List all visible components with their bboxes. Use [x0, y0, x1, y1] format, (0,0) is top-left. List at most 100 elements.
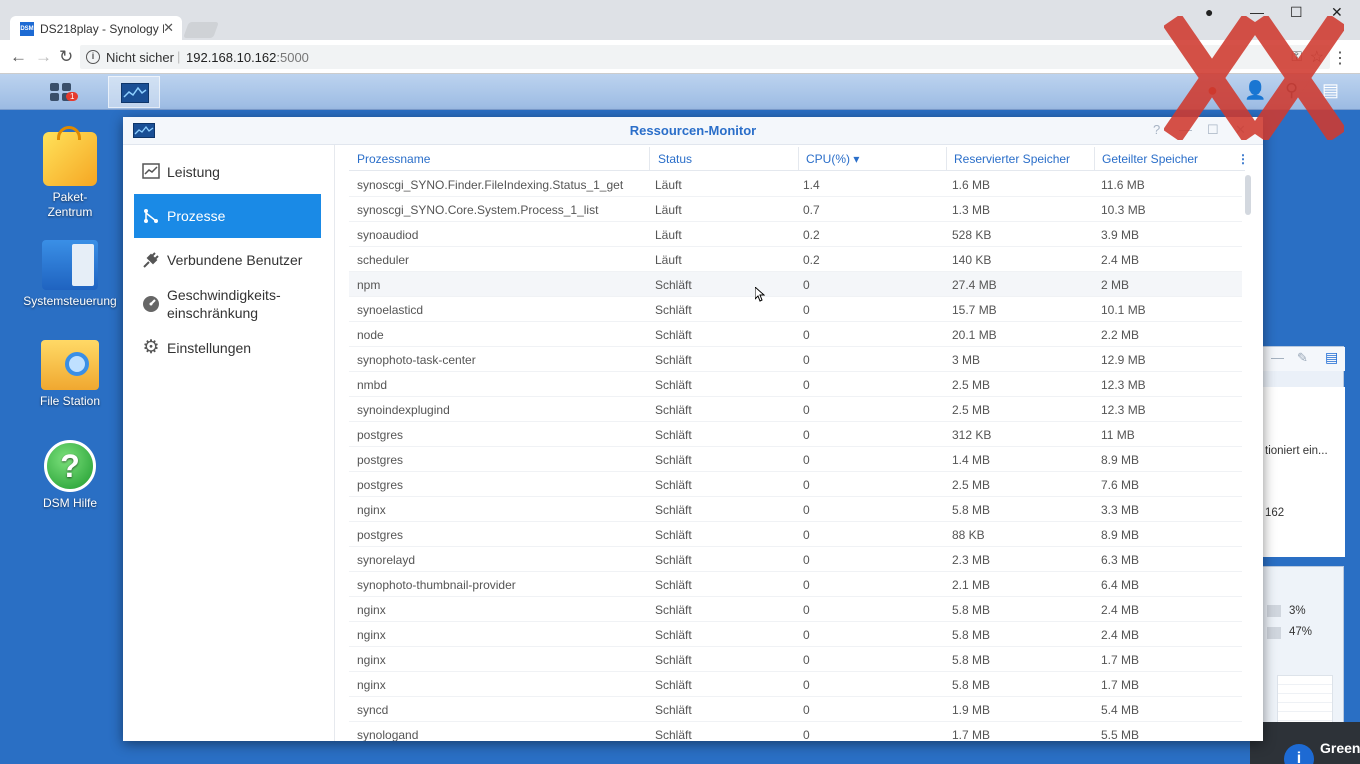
table-row[interactable]: synophoto-task-center Schläft 0 3 MB 12.9 MB	[349, 347, 1242, 372]
plug-icon	[142, 251, 160, 269]
cell-cpu: 0	[803, 703, 810, 717]
column-header-process-name[interactable]: Prozessname	[357, 152, 430, 166]
desktop-icon-dsm-help[interactable]: ? DSM Hilfe	[14, 440, 126, 511]
cell-process-name: synoscgi_SYNO.Finder.FileIndexing.Status…	[357, 178, 624, 192]
cell-cpu: 0.2	[803, 228, 820, 242]
cell-status: Schläft	[655, 603, 692, 617]
address-bar: ← → ↻ i Nicht sicher | 192.168.10.162:50…	[0, 40, 1360, 74]
cell-reserved-memory: 2.3 MB	[952, 553, 991, 567]
table-row[interactable]: synophoto-thumbnail-provider Schläft 0 2.1 …	[349, 572, 1242, 597]
cell-cpu: 0	[803, 478, 810, 492]
cell-cpu: 0	[803, 553, 810, 567]
cell-shared-memory: 12.3 MB	[1101, 378, 1146, 392]
column-header-shared-memory[interactable]: Geteilter Speicher	[1102, 152, 1198, 166]
table-row[interactable]: syncd Schläft 0 1.9 MB 5.4 MB	[349, 697, 1242, 722]
tab-close-icon[interactable]: ✕	[163, 20, 174, 36]
cell-reserved-memory: 1.7 MB	[952, 728, 991, 741]
table-row[interactable]: nginx Schläft 0 5.8 MB 1.7 MB	[349, 647, 1242, 672]
forward-icon[interactable]: →	[35, 47, 52, 67]
cell-cpu: 0	[803, 353, 810, 367]
column-header-cpu[interactable]: CPU(%) ▾	[806, 152, 859, 166]
resource-monitor-taskbar-button[interactable]	[108, 76, 160, 108]
table-row[interactable]: postgres Schläft 0 2.5 MB 7.6 MB	[349, 472, 1242, 497]
cell-cpu: 0	[803, 403, 810, 417]
cell-process-name: node	[357, 328, 384, 342]
resource-widget: 3% 47%	[1250, 566, 1344, 736]
cell-reserved-memory: 5.8 MB	[952, 653, 991, 667]
cell-cpu: 0	[803, 278, 810, 292]
sidebar-item-speed-limit[interactable]: Geschwindigkeits- einschränkung	[134, 282, 321, 326]
minimize-icon[interactable]: —	[1271, 350, 1284, 365]
main-menu-button[interactable]: 1	[28, 76, 98, 108]
cell-reserved-memory: 1.3 MB	[952, 203, 991, 217]
url-input[interactable]: i Nicht sicher | 192.168.10.162:5000 ⚿ ☆	[80, 45, 1330, 69]
column-header-reserved-memory[interactable]: Reservierter Speicher	[954, 152, 1070, 166]
notification-toast[interactable]: i Greens	[1250, 722, 1360, 764]
cell-cpu: 0	[803, 728, 810, 741]
cell-cpu: 0	[803, 678, 810, 692]
dsm-favicon-icon: DSM	[20, 22, 34, 36]
table-row[interactable]: nmbd Schläft 0 2.5 MB 12.3 MB	[349, 372, 1242, 397]
cell-cpu: 0	[803, 428, 810, 442]
cell-reserved-memory: 1.6 MB	[952, 178, 991, 192]
cell-reserved-memory: 528 KB	[952, 228, 992, 242]
scrollbar[interactable]	[1245, 175, 1251, 215]
desktop-icon-label: DSM Hilfe	[42, 496, 97, 510]
cell-reserved-memory: 15.7 MB	[952, 303, 997, 317]
cell-shared-memory: 1.7 MB	[1101, 678, 1140, 692]
table-row[interactable]: synoaudiod Läuft 0.2 528 KB 3.9 MB	[349, 222, 1242, 247]
cell-reserved-memory: 88 KB	[952, 528, 985, 542]
column-options-icon[interactable]: ⋮	[1237, 152, 1245, 166]
cell-process-name: synorelayd	[357, 553, 416, 567]
sidebar-item-processes[interactable]: Prozesse	[134, 194, 321, 238]
table-row[interactable]: synologand Schläft 0 1.7 MB 5.5 MB	[349, 722, 1242, 741]
browser-tab[interactable]: DSM DS218play - Synology Di ✕	[10, 16, 182, 42]
cell-shared-memory: 7.6 MB	[1101, 478, 1140, 492]
back-icon[interactable]: ←	[10, 47, 27, 67]
table-row[interactable]: nginx Schläft 0 5.8 MB 2.4 MB	[349, 597, 1242, 622]
control-panel-icon	[42, 240, 98, 290]
table-row[interactable]: synoelasticd Schläft 0 15.7 MB 10.1 MB	[349, 297, 1242, 322]
cell-cpu: 0	[803, 603, 810, 617]
table-row[interactable]: nginx Schläft 0 5.8 MB 3.3 MB	[349, 497, 1242, 522]
cell-process-name: postgres	[357, 528, 404, 542]
sidebar-item-connected-users[interactable]: Verbundene Benutzer	[134, 238, 321, 282]
column-header-status[interactable]: Status	[658, 152, 692, 166]
table-row[interactable]: postgres Schläft 0 312 KB 11 MB	[349, 422, 1242, 447]
new-tab-button[interactable]	[183, 22, 219, 38]
collapse-icon[interactable]: ▤	[1325, 349, 1338, 366]
cell-status: Läuft	[655, 203, 682, 217]
cell-shared-memory: 12.3 MB	[1101, 403, 1146, 417]
process-table: Prozessname Status CPU(%) ▾ Reservierter…	[349, 147, 1245, 741]
sidebar-item-label: Einstellungen	[167, 340, 252, 356]
help-icon[interactable]: ?	[1153, 122, 1160, 137]
table-row[interactable]: synoscgi_SYNO.Core.System.Process_1_list…	[349, 197, 1242, 222]
table-row[interactable]: node Schläft 0 20.1 MB 2.2 MB	[349, 322, 1242, 347]
cell-shared-memory: 12.9 MB	[1101, 353, 1146, 367]
table-row[interactable]: synoindexplugind Schläft 0 2.5 MB 12.3 MB	[349, 397, 1242, 422]
table-row[interactable]: synorelayd Schläft 0 2.3 MB 6.3 MB	[349, 547, 1242, 572]
folder-icon	[41, 340, 99, 390]
table-row[interactable]: postgres Schläft 0 88 KB 8.9 MB	[349, 522, 1242, 547]
cell-process-name: scheduler	[357, 253, 410, 267]
table-row[interactable]: nginx Schläft 0 5.8 MB 1.7 MB	[349, 672, 1242, 697]
table-row[interactable]: synoscgi_SYNO.Finder.FileIndexing.Status…	[349, 172, 1242, 197]
table-row[interactable]: postgres Schläft 0 1.4 MB 8.9 MB	[349, 447, 1242, 472]
window-titlebar[interactable]: Ressourcen-Monitor ? — ☐ ✕	[123, 117, 1263, 145]
ram-percent: 47%	[1289, 626, 1313, 638]
reload-icon[interactable]: ↻	[59, 47, 73, 67]
sidebar-item-settings[interactable]: ⚙ Einstellungen	[134, 326, 321, 370]
sidebar-item-performance[interactable]: Leistung	[134, 150, 321, 194]
desktop-icon-control-panel[interactable]: Systemsteuerung	[14, 240, 126, 309]
desktop-icon-package-center[interactable]: Paket- Zentrum	[14, 126, 126, 220]
cell-cpu: 0	[803, 528, 810, 542]
table-row[interactable]: scheduler Läuft 0.2 140 KB 2.4 MB	[349, 247, 1242, 272]
cell-process-name: synoindexplugind	[357, 403, 450, 417]
info-icon[interactable]: i	[86, 50, 100, 64]
mouse-cursor-icon	[754, 285, 766, 307]
desktop-icon-file-station[interactable]: File Station	[14, 340, 126, 409]
table-row[interactable]: npm Schläft 0 27.4 MB 2 MB	[349, 272, 1242, 297]
cell-status: Schläft	[655, 528, 692, 542]
table-row[interactable]: nginx Schläft 0 5.8 MB 2.4 MB	[349, 622, 1242, 647]
pin-icon[interactable]: ✎	[1297, 350, 1308, 366]
